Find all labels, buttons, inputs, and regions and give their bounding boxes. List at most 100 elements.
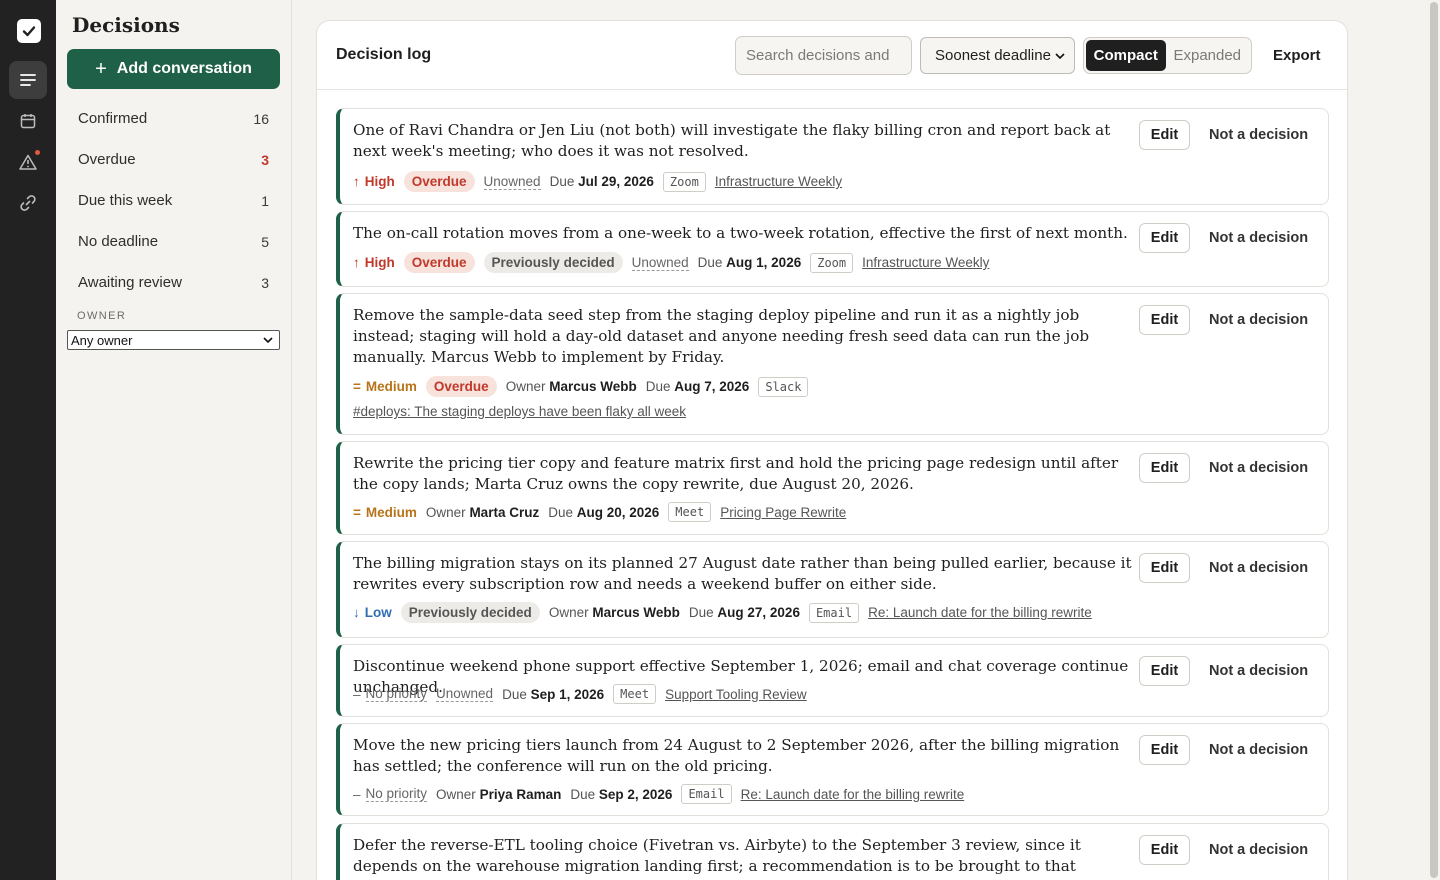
view-compact-button[interactable]: Compact [1086, 40, 1166, 71]
equals-icon: = [353, 379, 361, 394]
plus-icon: + [95, 58, 107, 80]
not-a-decision-button[interactable]: Not a decision [1209, 663, 1308, 679]
source-link[interactable]: #deploys: The staging deploys have been … [353, 404, 686, 419]
filter-overdue[interactable]: Overdue 3 [67, 139, 280, 180]
edit-button[interactable]: Edit [1139, 223, 1190, 253]
decision-meta: = Medium Overdue Owner Marcus Webb Due Au… [353, 376, 809, 397]
owner-field: Owner Marcus Webb [549, 605, 680, 620]
source-badge: Meet [668, 502, 712, 522]
priority-label: High [364, 255, 395, 270]
decision-text: Remove the sample-data seed step from th… [353, 306, 1090, 366]
due-label: Due [549, 174, 575, 189]
due-label: Due [697, 255, 723, 270]
decision-card: Remove the sample-data seed step from th… [336, 293, 1329, 435]
app-logo-check-icon[interactable] [17, 19, 41, 43]
scrollbar-thumb[interactable] [1430, 2, 1438, 878]
not-a-decision-button[interactable]: Not a decision [1209, 460, 1308, 476]
owner-name[interactable]: Marcus Webb [549, 379, 637, 394]
source-link[interactable]: Support Tooling Review [665, 687, 807, 702]
page-scrollbar[interactable] [1430, 2, 1438, 878]
due-field: Due Sep 1, 2026 [502, 687, 604, 702]
decision-meta: ↑ High Overdue Previously decided Unowned… [353, 252, 989, 273]
filter-list: Confirmed 16 Overdue 3 Due this week 1 N… [67, 98, 280, 303]
source-link[interactable]: Infrastructure Weekly [715, 174, 842, 189]
owner-name[interactable]: Priya Raman [480, 787, 562, 802]
chevron-down-icon [263, 337, 273, 343]
source-link[interactable]: Pricing Page Rewrite [720, 505, 846, 520]
due-field: Due Aug 7, 2026 [646, 379, 750, 394]
due-date: Aug 1, 2026 [726, 255, 802, 270]
edit-button[interactable]: Edit [1139, 120, 1190, 150]
source-link[interactable]: Re: Launch date for the billing rewrite [868, 605, 1092, 620]
priority-label: Medium [365, 504, 417, 520]
not-a-decision-button[interactable]: Not a decision [1209, 842, 1308, 858]
nav-integrations-link-icon[interactable] [9, 184, 47, 222]
edit-button[interactable]: Edit [1139, 656, 1190, 686]
arrow-up-icon: ↑ [353, 174, 360, 189]
sidebar-title: Decisions [72, 13, 180, 37]
decision-log-header: Decision log Search decisions and Soones… [317, 21, 1347, 90]
source-badge: Email [681, 784, 732, 804]
priority-label: No priority [365, 686, 428, 702]
edit-button[interactable]: Edit [1139, 453, 1190, 483]
sort-select-value: Soonest deadline [935, 47, 1051, 64]
owner-unowned[interactable]: Unowned [483, 174, 541, 190]
not-a-decision-button[interactable]: Not a decision [1209, 127, 1308, 143]
add-conversation-label: Add conversation [116, 60, 252, 77]
filter-label: Overdue [78, 151, 136, 168]
chevron-down-icon [1055, 52, 1065, 59]
owner-select[interactable]: Any owner [67, 330, 280, 350]
decision-meta: – No priority Unowned Due Sep 1, 2026 Mee… [353, 684, 807, 704]
nav-calendar-icon[interactable] [9, 102, 47, 140]
filter-due-this-week[interactable]: Due this week 1 [67, 180, 280, 221]
edit-button[interactable]: Edit [1139, 835, 1190, 865]
search-input[interactable]: Search decisions and [735, 36, 912, 75]
source-link[interactable]: Re: Launch date for the billing rewrite [741, 787, 965, 802]
filter-count: 16 [253, 110, 269, 127]
due-field: Due Aug 27, 2026 [689, 605, 800, 620]
edit-button[interactable]: Edit [1139, 305, 1190, 335]
filter-confirmed[interactable]: Confirmed 16 [67, 98, 280, 139]
decision-text: Move the new pricing tiers launch from 2… [353, 736, 1120, 775]
not-a-decision-button[interactable]: Not a decision [1209, 312, 1308, 328]
previously-decided-badge: Previously decided [400, 602, 540, 623]
source-link[interactable]: Infrastructure Weekly [862, 255, 989, 270]
decision-meta: ↑ High Overdue Unowned Due Jul 29, 2026 Z… [353, 171, 842, 192]
not-a-decision-button[interactable]: Not a decision [1209, 560, 1308, 576]
edit-button[interactable]: Edit [1139, 735, 1190, 765]
owner-field: Owner Priya Raman [436, 787, 561, 802]
due-date: Sep 1, 2026 [530, 686, 605, 702]
priority-label: No priority [365, 786, 428, 802]
owner-label: Owner [425, 504, 466, 520]
priority-indicator[interactable]: – No priority [353, 686, 428, 702]
not-a-decision-button[interactable]: Not a decision [1209, 230, 1308, 246]
filter-awaiting-review[interactable]: Awaiting review 3 [67, 262, 280, 303]
due-label: Due [502, 686, 527, 702]
source-badge: Zoom [810, 252, 854, 273]
filter-count: 3 [261, 274, 269, 291]
overdue-badge: Overdue [403, 171, 475, 192]
priority-indicator[interactable]: – No priority [353, 786, 428, 802]
decision-card: Move the new pricing tiers launch from 2… [336, 723, 1329, 816]
view-expanded-button[interactable]: Expanded [1166, 40, 1249, 71]
not-a-decision-button[interactable]: Not a decision [1209, 742, 1308, 758]
view-toggle: Compact Expanded [1083, 37, 1252, 74]
owner-unowned[interactable]: Unowned [436, 686, 494, 702]
filter-no-deadline[interactable]: No deadline 5 [67, 221, 280, 262]
add-conversation-button[interactable]: + Add conversation [67, 49, 280, 89]
sort-select[interactable]: Soonest deadline [920, 37, 1075, 74]
export-button[interactable]: Export [1273, 47, 1321, 64]
owner-unowned[interactable]: Unowned [631, 255, 689, 271]
edit-button[interactable]: Edit [1139, 553, 1190, 583]
nav-alerts-warning-icon[interactable] [9, 143, 47, 181]
owner-name[interactable]: Marcus Webb [592, 605, 680, 620]
owner-name[interactable]: Marta Cruz [469, 505, 539, 520]
nav-decisions-list-icon[interactable] [9, 61, 47, 99]
filter-count: 5 [261, 233, 269, 250]
decision-text: Rewrite the pricing tier copy and featur… [353, 454, 1119, 493]
due-field: Due Jul 29, 2026 [550, 174, 654, 189]
owner-label: Owner [548, 605, 589, 620]
equals-icon: = [353, 504, 361, 520]
source-badge: Zoom [662, 171, 706, 192]
due-date: Aug 20, 2026 [576, 504, 660, 520]
